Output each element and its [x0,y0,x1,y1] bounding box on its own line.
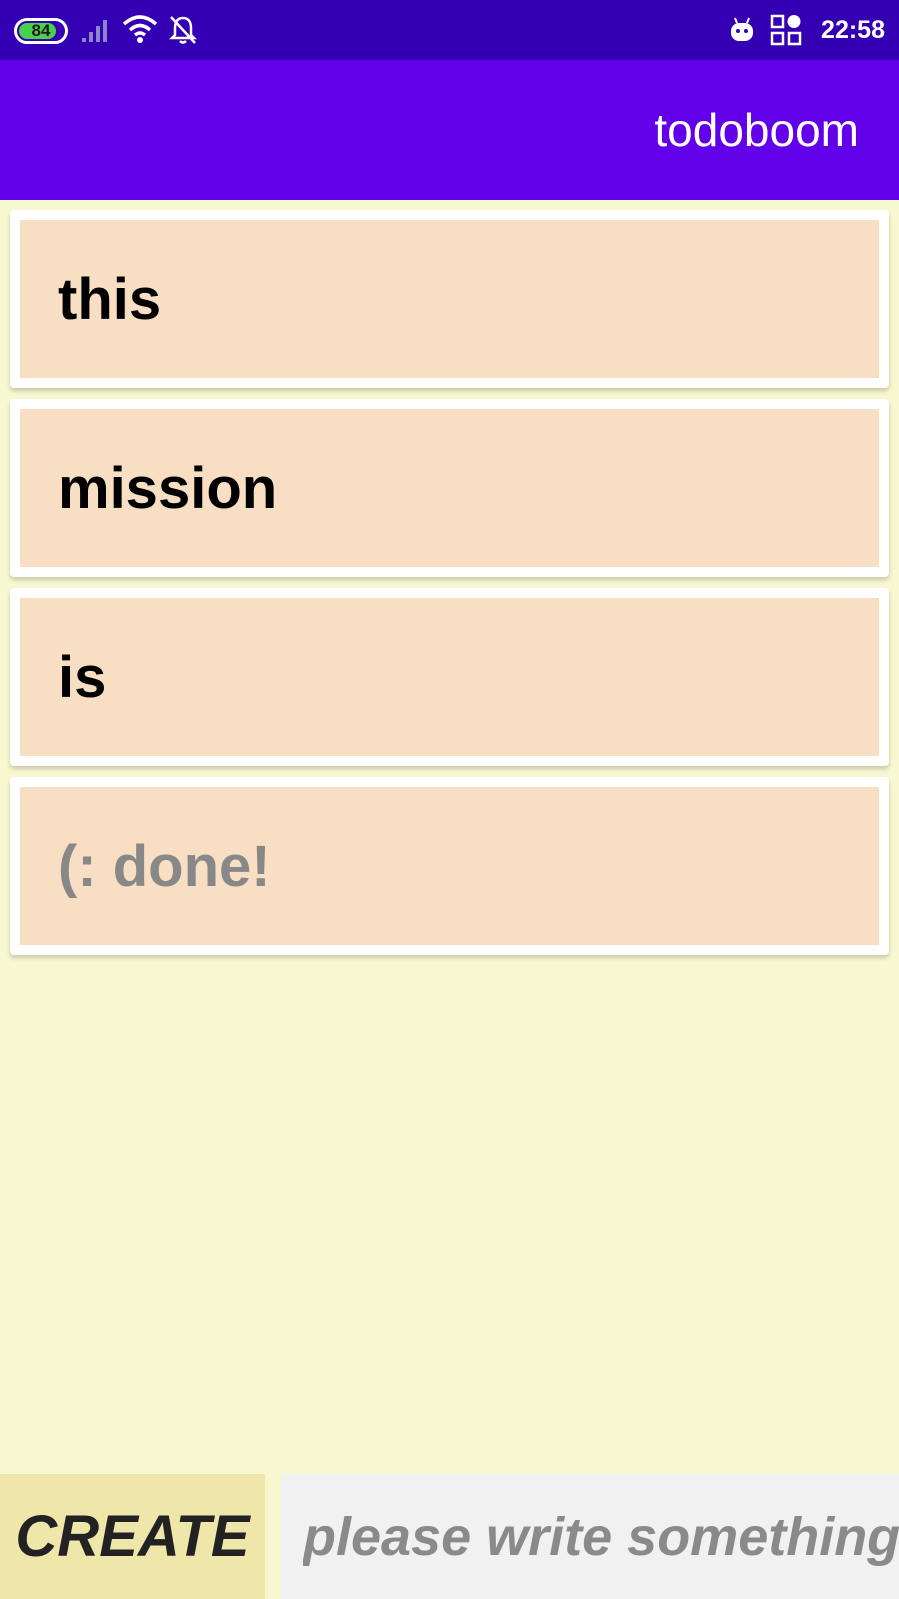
todo-item-done[interactable]: (: done! [10,777,889,955]
todo-item[interactable]: mission [10,399,889,577]
todo-item-body: (: done! [20,787,879,945]
todo-item[interactable]: this [10,210,889,388]
app-bar: todoboom [0,60,899,200]
todo-item-text: this [58,266,162,332]
android-icon [731,17,753,41]
apps-icon [770,14,802,46]
new-task-input[interactable] [281,1474,899,1599]
todo-item-text: is [58,644,107,710]
todo-item-body: mission [20,409,879,567]
create-button[interactable]: CREATE [0,1474,265,1599]
battery-level: 84 [31,21,51,40]
todo-list: this mission is (: done! [10,210,889,966]
todo-item-done-text: (: done! [58,833,271,899]
notifications-off-icon [168,16,198,44]
app-title: todoboom [654,104,859,156]
todo-item-body: this [20,220,879,378]
wifi-icon [122,15,158,43]
signal-icon [82,20,107,42]
todo-item[interactable]: is [10,588,889,766]
status-bar: 84 22:58 [0,0,899,60]
bottom-bar: CREATE [0,1474,899,1599]
status-time: 22:58 [821,16,885,44]
todo-item-body: is [20,598,879,756]
todo-item-text: mission [58,455,278,521]
battery-icon: 84 [14,18,68,44]
